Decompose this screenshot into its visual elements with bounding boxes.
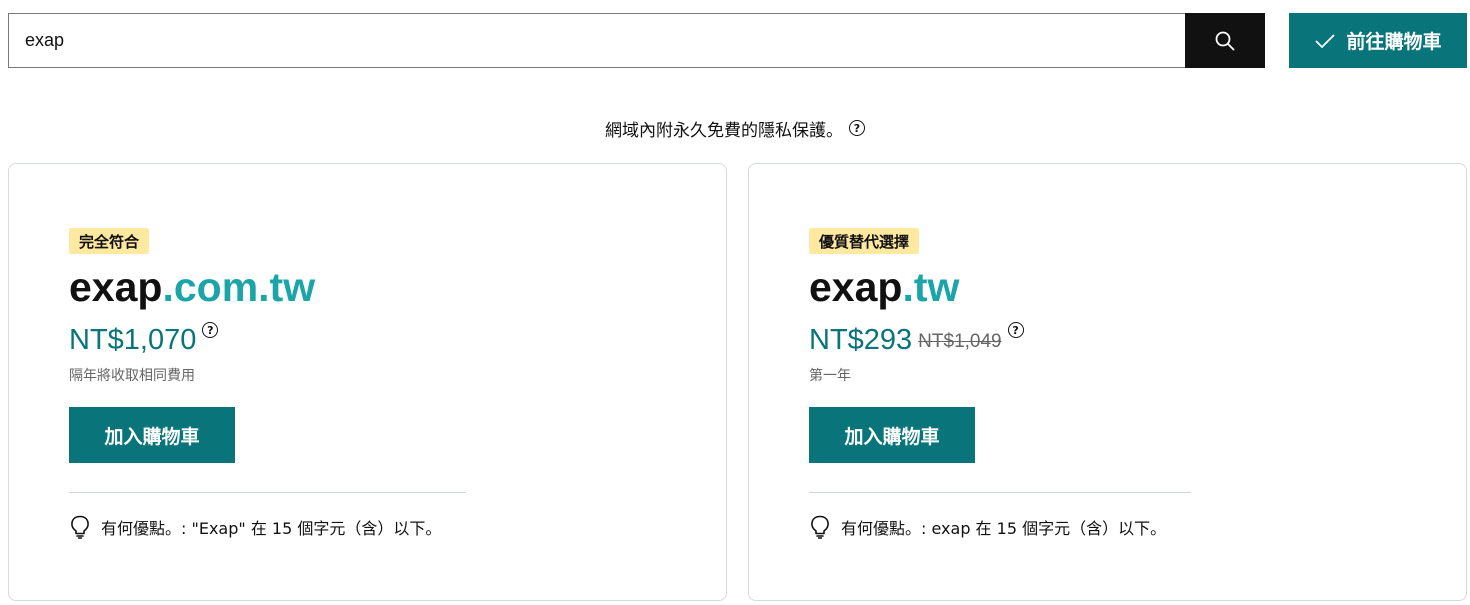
domain-result-card: 完全符合 exap.com.tw NT$1,070 ? 隔年將收取相同費用 加入… xyxy=(8,163,727,601)
lightbulb-icon xyxy=(811,515,829,539)
lightbulb-icon xyxy=(71,515,89,539)
alternative-badge: 優質替代選擇 xyxy=(809,228,920,254)
domain-tld: .com.tw xyxy=(162,264,316,310)
go-to-cart-label: 前往購物車 xyxy=(1346,31,1442,53)
help-icon[interactable]: ? xyxy=(849,120,865,136)
privacy-note: 網域內附永久免費的隱私保護。 ? xyxy=(0,116,1470,141)
price-help-icon[interactable]: ? xyxy=(1007,322,1024,338)
price-help-icon[interactable]: ? xyxy=(202,322,219,338)
domain-name: exap.tw xyxy=(809,262,959,312)
original-price: NT$1,049 xyxy=(918,331,1002,352)
search-box xyxy=(8,13,1265,68)
price: NT$1,070 xyxy=(69,324,197,356)
benefit-text: 有何優點。: "Exap" 在 15 個字元（含）以下。 xyxy=(101,519,442,538)
search-bar: 前往購物車 xyxy=(8,13,1467,69)
benefit-text: 有何優點。: exap 在 15 個字元（含）以下。 xyxy=(841,519,1167,538)
benefit-row: 有何優點。: exap 在 15 個字元（含）以下。 xyxy=(809,514,1166,540)
domain-sld: exap xyxy=(809,264,903,310)
benefit-row: 有何優點。: "Exap" 在 15 個字元（含）以下。 xyxy=(69,514,441,540)
privacy-note-text: 網域內附永久免費的隱私保護。 xyxy=(605,120,843,141)
divider xyxy=(69,492,466,493)
check-icon xyxy=(1315,33,1336,48)
search-icon xyxy=(1215,31,1235,50)
search-button[interactable] xyxy=(1185,13,1265,68)
price-row: NT$293 NT$1,049 ? xyxy=(809,320,1024,360)
search-input[interactable] xyxy=(9,14,1185,67)
domain-sld: exap xyxy=(69,264,163,310)
domain-tld: .tw xyxy=(902,264,960,310)
exact-match-badge: 完全符合 xyxy=(69,228,150,254)
renewal-note: 隔年將收取相同費用 xyxy=(69,368,195,384)
first-year-note: 第一年 xyxy=(809,368,851,384)
add-to-cart-button[interactable]: 加入購物車 xyxy=(69,407,235,463)
price: NT$293 xyxy=(809,324,913,356)
price-row: NT$1,070 ? xyxy=(69,320,219,360)
domain-result-card: 優質替代選擇 exap.tw NT$293 NT$1,049 ? 第一年 加入購… xyxy=(748,163,1467,601)
domain-name: exap.com.tw xyxy=(69,262,315,312)
go-to-cart-button[interactable]: 前往購物車 xyxy=(1289,13,1467,68)
add-to-cart-button[interactable]: 加入購物車 xyxy=(809,407,975,463)
divider xyxy=(809,492,1191,493)
